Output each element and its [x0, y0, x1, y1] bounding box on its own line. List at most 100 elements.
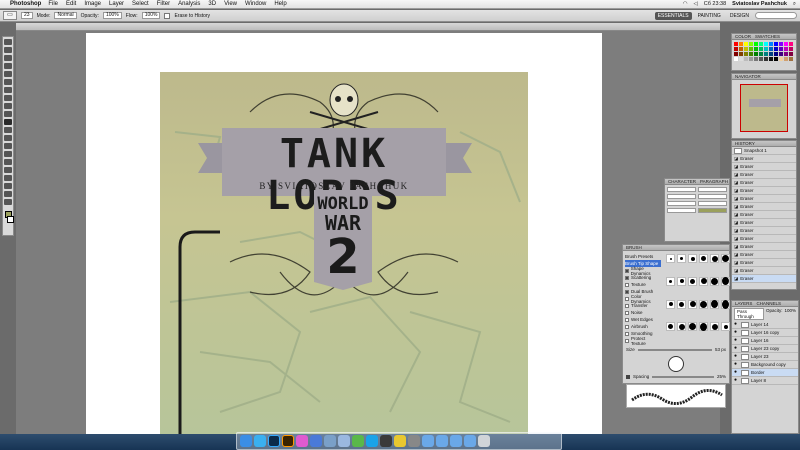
workspace-design[interactable]: DESIGN	[727, 12, 752, 20]
history-item[interactable]: ◪ Eraser	[732, 251, 796, 259]
quick-select-tool-icon[interactable]	[4, 63, 12, 69]
layer-row[interactable]: ● Layer 16 copy	[732, 329, 798, 337]
menu-file[interactable]: File	[48, 1, 58, 7]
swatch[interactable]	[749, 57, 753, 61]
brush-option[interactable]: Brush Presets	[625, 253, 661, 260]
brush-option-checkbox[interactable]	[625, 324, 629, 329]
swatch[interactable]	[749, 47, 753, 51]
swatch[interactable]	[754, 42, 758, 46]
shape-tool-icon[interactable]	[4, 175, 12, 181]
visibility-eye-icon[interactable]: ●	[734, 354, 739, 359]
menu-edit[interactable]: Edit	[66, 1, 76, 7]
tab-history[interactable]: HISTORY	[735, 141, 755, 146]
applications-folder-icon[interactable]	[464, 435, 476, 447]
type-tool-icon[interactable]	[4, 159, 12, 165]
brush-tip[interactable]	[677, 299, 686, 309]
menu-filter[interactable]: Filter	[157, 1, 170, 7]
dodge-tool-icon[interactable]	[4, 143, 12, 149]
layer-row[interactable]: ● Background copy	[732, 361, 798, 369]
swatch[interactable]	[774, 52, 778, 56]
history-snapshot[interactable]: Snapshot 1	[732, 147, 796, 155]
safari-icon[interactable]	[254, 435, 266, 447]
brush-angle-icon[interactable]	[668, 356, 684, 372]
leading-field[interactable]	[698, 194, 727, 199]
finder-icon[interactable]	[240, 435, 252, 447]
folder-icon[interactable]	[422, 435, 434, 447]
brush-option[interactable]: Noise	[625, 309, 661, 316]
brush-size-field[interactable]: 23	[21, 12, 33, 19]
swatch[interactable]	[764, 52, 768, 56]
menu-layer[interactable]: Layer	[109, 1, 124, 7]
swatch[interactable]	[734, 47, 738, 51]
swatch[interactable]	[769, 52, 773, 56]
chrome-icon[interactable]	[394, 435, 406, 447]
swatch[interactable]	[744, 42, 748, 46]
stamp-tool-icon[interactable]	[4, 103, 12, 109]
font-size-field[interactable]	[667, 194, 696, 199]
history-item[interactable]: ◪ Eraser	[732, 227, 796, 235]
swatch-grid[interactable]	[732, 40, 796, 63]
move-tool-icon[interactable]	[4, 39, 12, 45]
brush-tip[interactable]	[666, 299, 675, 309]
visibility-eye-icon[interactable]: ●	[734, 330, 739, 335]
swatch[interactable]	[749, 52, 753, 56]
path-select-tool-icon[interactable]	[4, 167, 12, 173]
downloads-folder-icon[interactable]	[436, 435, 448, 447]
hand-tool-icon[interactable]	[4, 191, 12, 197]
swatch[interactable]	[739, 57, 743, 61]
clock[interactable]: Cб 23:38	[704, 1, 726, 7]
brush-size-slider[interactable]	[637, 348, 712, 351]
swatch[interactable]	[784, 47, 788, 51]
mail-icon[interactable]	[338, 435, 350, 447]
brush-tip[interactable]	[688, 322, 697, 332]
brush-option-checkbox[interactable]	[625, 310, 629, 315]
swatch[interactable]	[759, 47, 763, 51]
documents-folder-icon[interactable]	[450, 435, 462, 447]
zoom-tool-icon[interactable]	[4, 199, 12, 205]
gradient-tool-icon[interactable]	[4, 127, 12, 133]
menu-app[interactable]: Photoshop	[10, 1, 41, 7]
opacity-field[interactable]: 100%	[102, 12, 122, 19]
app-store-icon[interactable]	[310, 435, 322, 447]
brush-option-checkbox[interactable]	[625, 331, 629, 336]
swatch[interactable]	[734, 42, 738, 46]
brush-tip[interactable]	[710, 254, 719, 263]
swatch[interactable]	[754, 57, 758, 61]
layer-row[interactable]: ● Layer 14	[732, 321, 798, 329]
history-item[interactable]: ◪ Eraser	[732, 155, 796, 163]
swatch[interactable]	[754, 52, 758, 56]
brush-tip[interactable]	[688, 299, 697, 309]
workspace-painting[interactable]: PAINTING	[695, 12, 724, 20]
visibility-eye-icon[interactable]: ●	[734, 378, 739, 383]
brush-option-checkbox[interactable]	[625, 317, 629, 322]
brush-tip[interactable]	[710, 322, 719, 332]
lasso-tool-icon[interactable]	[4, 55, 12, 61]
history-item[interactable]: ◪ Eraser	[732, 259, 796, 267]
brush-option-checkbox[interactable]	[625, 303, 629, 308]
brush-tip[interactable]	[666, 276, 675, 286]
background-color-swatch[interactable]	[6, 216, 14, 223]
mode-select[interactable]: Normal	[54, 12, 77, 19]
brush-tip[interactable]	[699, 322, 708, 332]
brush-option-checkbox[interactable]	[625, 275, 629, 280]
swatch[interactable]	[759, 57, 763, 61]
swatch[interactable]	[774, 57, 778, 61]
help-search-input[interactable]	[755, 11, 797, 19]
history-item[interactable]: ◪ Eraser	[732, 219, 796, 227]
menu-select[interactable]: Select	[132, 1, 149, 7]
itunes-icon[interactable]	[296, 435, 308, 447]
brush-tip[interactable]	[677, 322, 686, 332]
swatch[interactable]	[779, 47, 783, 51]
history-item[interactable]: ◪ Eraser	[732, 211, 796, 219]
swatch[interactable]	[744, 47, 748, 51]
swatch[interactable]	[759, 42, 763, 46]
swatch[interactable]	[764, 57, 768, 61]
skype-icon[interactable]	[366, 435, 378, 447]
swatch[interactable]	[739, 47, 743, 51]
brush-option-checkbox[interactable]	[625, 289, 629, 294]
swatch[interactable]	[754, 47, 758, 51]
brush-option-checkbox[interactable]	[625, 338, 629, 343]
trash-icon[interactable]	[478, 435, 490, 447]
brush-tip-grid[interactable]	[663, 251, 730, 346]
brush-tip[interactable]	[721, 276, 730, 286]
